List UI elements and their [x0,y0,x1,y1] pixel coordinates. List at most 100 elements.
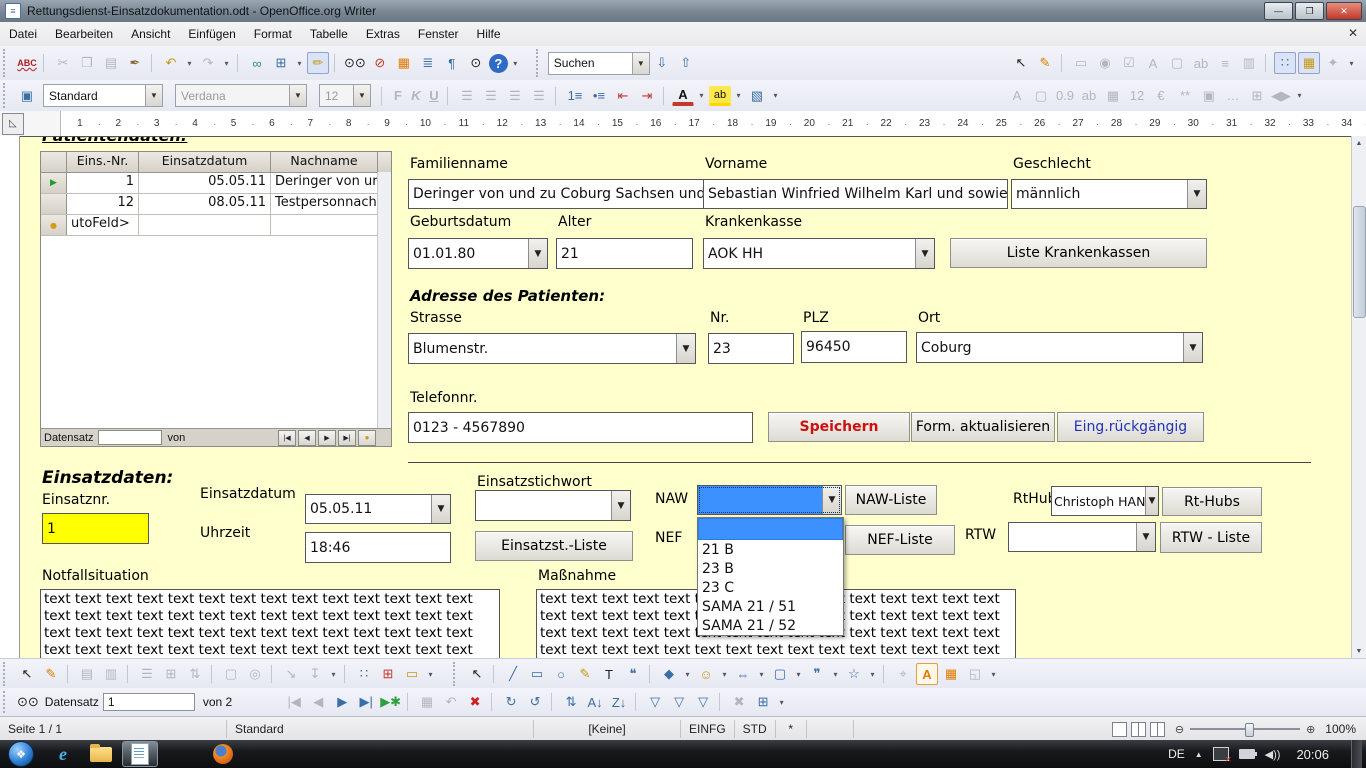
helplines-icon[interactable]: ▭ [401,663,423,685]
redo-dropdown-icon[interactable]: ▾ [221,52,232,74]
dropdown-icon[interactable]: ▼ [611,491,630,520]
table-icon[interactable]: ⊞ [270,52,292,74]
font-size-value[interactable]: 12 [320,89,353,103]
callout-shapes-icon[interactable]: ❞ [806,663,828,685]
styles-icon[interactable]: ▣ [16,85,38,107]
list-box-icon[interactable]: ≡ [1214,52,1236,74]
form-properties-icon[interactable]: ▥ [100,663,122,685]
table-row[interactable]: 12 08.05.11 Testpersonnach [41,194,391,215]
next-record-icon[interactable]: ▶ [318,430,336,446]
bold-icon[interactable]: F [389,88,407,103]
dropdown-icon[interactable]: ▼ [1145,487,1158,515]
geburtsdatum-combo[interactable]: 01.01.80▼ [408,238,548,269]
sort-icon[interactable]: ⇅ [560,691,582,713]
toolbar-grip[interactable] [3,83,12,108]
nef-liste-button[interactable]: NEF-Liste [845,525,955,555]
naw-liste-button[interactable]: NAW-Liste [845,485,937,515]
horizontal-ruler[interactable]: ◺ 12345678910111213141516171819202122232… [0,111,1366,137]
menu-item[interactable]: Fenster [409,24,468,44]
geschlecht-combo[interactable]: männlich▼ [1011,179,1207,209]
notfallsituation-textarea[interactable]: text text text text text text text text … [40,589,500,659]
apply-filter-icon[interactable]: ▽ [668,691,690,713]
menu-item[interactable]: Ansicht [122,24,179,44]
design-mode-icon[interactable]: ✎ [1034,52,1056,74]
multi-page-view-icon[interactable] [1131,722,1146,737]
background-color-dropdown-icon[interactable]: ▾ [770,85,781,107]
table-row[interactable]: ▶ 1 05.05.11 Deringer von ur [41,173,391,194]
cell-einsatzdatum[interactable]: 05.05.11 [139,173,271,193]
last-record-icon[interactable]: ▶| [355,691,377,713]
single-page-view-icon[interactable] [1112,722,1127,737]
patient-record-grid[interactable]: Eins.-Nr. Einsatzdatum Nachname ▶ 1 05.0… [40,151,392,447]
rtw-combo[interactable]: ▼ [1008,522,1156,552]
einsatznr-field[interactable]: 1 [42,513,149,544]
language-indicator[interactable]: [Keine] [534,720,681,738]
automatic-focus-icon[interactable]: ◎ [244,663,266,685]
new-record-icon[interactable]: ▶✱ [379,691,402,713]
control-properties-icon[interactable]: ▦ [1298,52,1320,74]
refresh-control-icon[interactable]: ↺ [524,691,546,713]
zoom-out-icon[interactable]: ⊖ [1175,723,1184,736]
basic-shapes-icon[interactable]: ◆ [658,663,680,685]
grid-scrollbar[interactable] [377,172,391,428]
new-record-icon[interactable]: ● [358,430,376,446]
menu-item[interactable]: Tabelle [301,24,357,44]
rt-hubs-button[interactable]: Rt-Hubs [1162,487,1262,516]
style-dropdown-icon[interactable]: ▼ [145,85,162,106]
help-icon[interactable]: ? [489,54,508,73]
scroll-down-icon[interactable]: ▼ [1352,644,1366,658]
cut-icon[interactable]: ✂ [52,52,74,74]
document-close-button[interactable]: ✕ [1348,26,1358,40]
record-number-input[interactable]: 1 [103,693,195,711]
find-replace-icon[interactable]: ⊙⊙ [343,52,367,74]
flowchart-dropdown-icon[interactable]: ▾ [793,663,804,685]
cell-nachname[interactable]: Testpersonnach [271,194,378,214]
menu-item[interactable]: Hilfe [468,24,510,44]
select-icon[interactable]: ↖ [1010,52,1032,74]
font-color-icon[interactable]: A [672,85,694,106]
next-record-icon[interactable]: ▶ [331,691,353,713]
pattern-field-icon[interactable]: ab [1078,85,1100,107]
delete-record-icon[interactable]: ✖ [464,691,486,713]
start-button[interactable]: ❖ [8,741,34,767]
table-dropdown-icon[interactable]: ▾ [294,52,305,74]
group-box-icon[interactable]: ▢ [1166,52,1188,74]
zoom-slider[interactable]: ⊖ ⊕ [1175,723,1315,736]
fontwork-icon[interactable]: A [916,663,938,685]
show-desktop-button[interactable] [1351,740,1362,768]
symbol-shapes-icon[interactable]: ☺ [695,663,717,685]
book-view-icon[interactable] [1150,722,1165,737]
form-filter-icon[interactable]: ▽ [692,691,714,713]
points-icon[interactable]: ⌖ [892,663,914,685]
last-record-icon[interactable]: ▶| [338,430,356,446]
draw-functions-icon[interactable]: ✏ [307,52,329,74]
toolbar-grip[interactable] [536,49,545,76]
vorname-field[interactable]: Sebastian Winfried Wilhelm Karl und sowi… [703,179,1008,209]
toolbar-grip[interactable] [3,49,12,76]
group-box-icon[interactable]: ▢ [1030,85,1052,107]
gallery-icon[interactable]: ▦ [393,52,415,74]
prev-record-icon[interactable]: ◀ [298,430,316,446]
block-arrows-icon[interactable]: ⇔ [732,663,754,685]
taskbar-explorer-icon[interactable] [84,742,118,766]
sort-ascending-icon[interactable]: A↓ [584,691,606,713]
font-color-dropdown-icon[interactable]: ▾ [696,85,707,107]
text-icon[interactable]: T [598,663,620,685]
familienname-field[interactable]: Deringer von und zu Coburg Sachsen und [408,179,706,209]
einsatzstichwort-combo[interactable]: ▼ [475,490,631,521]
taskbar-writer-icon[interactable] [122,741,158,767]
design-on-off-icon[interactable]: ∷ [1274,52,1296,74]
paragraph-style-combo[interactable]: Standard ▼ [43,84,163,107]
network-icon[interactable] [1213,747,1229,761]
grid-col-einsatzdatum[interactable]: Einsatzdatum [139,152,271,172]
grid-corner[interactable] [41,152,67,172]
italic-icon[interactable]: K [407,88,425,103]
toolbar-overflow-icon[interactable]: ▾ [1346,52,1357,74]
first-record-icon[interactable]: |◀ [278,430,296,446]
file-selection-icon[interactable]: … [1222,85,1244,107]
toolbar-overflow-icon[interactable]: ▾ [1294,85,1305,107]
toolbar-overflow-icon[interactable]: ▾ [510,52,521,74]
undo-dropdown-icon[interactable]: ▾ [184,52,195,74]
navigator-icon[interactable]: ⊘ [369,52,391,74]
flowchart-icon[interactable]: ▢ [769,663,791,685]
